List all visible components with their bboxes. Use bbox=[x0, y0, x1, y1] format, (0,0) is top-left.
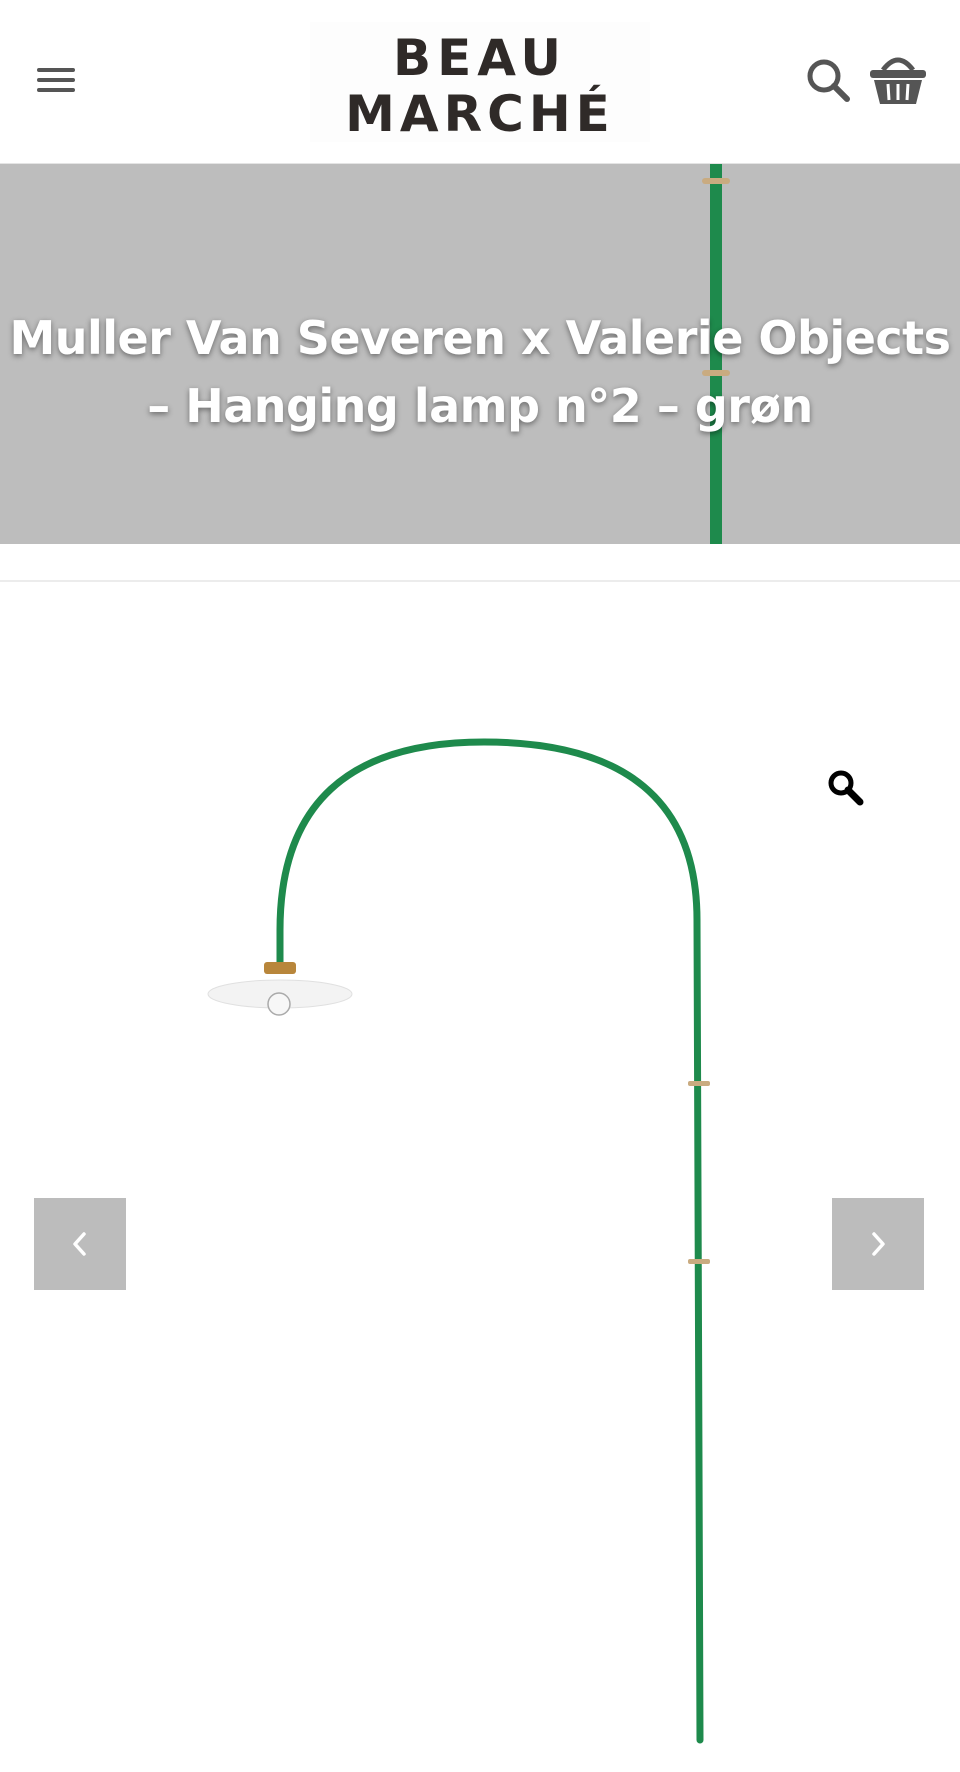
chevron-right-icon bbox=[872, 1232, 885, 1256]
gallery-next-button[interactable] bbox=[832, 1198, 924, 1290]
hero-banner: Muller Van Severen x Valerie Objects – H… bbox=[0, 164, 960, 544]
magnifier-zoom-icon[interactable] bbox=[826, 768, 866, 808]
shopping-basket-icon[interactable] bbox=[868, 52, 928, 108]
site-logo[interactable]: BEAU MARCHÉ bbox=[310, 22, 650, 142]
hamburger-menu-icon[interactable] bbox=[34, 62, 78, 98]
chevron-left-icon bbox=[73, 1232, 86, 1256]
logo-line-2: MARCHÉ bbox=[345, 85, 615, 143]
product-image-gallery[interactable] bbox=[0, 600, 960, 1772]
lamp-bracket-graphic bbox=[702, 178, 730, 184]
page-title-line-2: – Hanging lamp n°2 – grøn bbox=[147, 379, 813, 433]
product-image-hanging-lamp bbox=[207, 738, 710, 1744]
search-icon[interactable] bbox=[806, 58, 852, 104]
section-divider bbox=[0, 580, 960, 582]
page-title-line-1: Muller Van Severen x Valerie Objects bbox=[9, 311, 951, 365]
page-title: Muller Van Severen x Valerie Objects – H… bbox=[0, 304, 960, 440]
site-header: BEAU MARCHÉ bbox=[0, 0, 960, 164]
gallery-prev-button[interactable] bbox=[34, 1198, 126, 1290]
logo-line-1: BEAU bbox=[392, 29, 568, 87]
